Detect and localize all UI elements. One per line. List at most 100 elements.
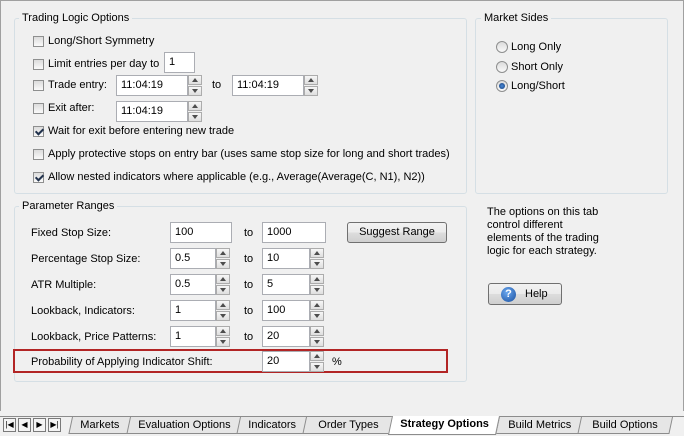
indicator-shift-input[interactable]: 20	[262, 351, 310, 372]
lookback-indicators-to-spinner[interactable]	[310, 300, 324, 321]
atr-multiple-from-input[interactable]: 0.5	[170, 274, 216, 295]
spin-up-icon[interactable]	[216, 326, 230, 336]
radio-long-only-label[interactable]: Long Only	[511, 40, 561, 54]
percentage-stop-to-spinner[interactable]	[310, 248, 324, 269]
spin-up-icon[interactable]	[310, 248, 324, 258]
spin-up-icon[interactable]	[310, 274, 324, 284]
next-icon[interactable]: ▶	[33, 418, 46, 432]
trade-entry-checkbox[interactable]	[33, 80, 44, 91]
fixed-stop-to-label: to	[244, 227, 254, 239]
spin-up-icon[interactable]	[310, 351, 324, 361]
lookback-indicators-to-input[interactable]: 100	[262, 300, 310, 321]
tab-markets-label: Markets	[80, 419, 120, 431]
spin-up-icon[interactable]	[188, 75, 202, 85]
percentage-stop-to-label: to	[244, 253, 254, 265]
tab-strategy-options-label: Strategy Options	[399, 418, 489, 430]
trade-entry-label[interactable]: Trade entry:	[48, 78, 107, 92]
radio-long-only[interactable]	[496, 41, 508, 53]
protective-stops-label[interactable]: Apply protective stops on entry bar (use…	[48, 147, 450, 161]
lookback-indicators-from-spinner[interactable]	[216, 300, 230, 321]
help-button-label: Help	[525, 288, 548, 300]
tab-markets[interactable]: Markets	[68, 417, 132, 434]
spin-up-icon[interactable]	[188, 101, 202, 111]
nested-indicators-checkbox[interactable]	[33, 172, 44, 183]
wait-for-exit-checkbox[interactable]	[33, 126, 44, 137]
lookback-indicators-to-label: to	[244, 305, 254, 317]
spin-down-icon[interactable]	[216, 259, 230, 269]
long-short-symmetry-label[interactable]: Long/Short Symmetry	[48, 34, 154, 48]
trade-entry-to-label: to	[212, 79, 222, 91]
protective-stops-checkbox[interactable]	[33, 149, 44, 160]
atr-multiple-to-input[interactable]: 5	[262, 274, 310, 295]
tab-evaluation-options[interactable]: Evaluation Options	[126, 417, 242, 434]
trading-logic-title: Trading Logic Options	[19, 12, 133, 25]
tab-build-metrics[interactable]: Build Metrics	[495, 417, 583, 434]
tab-evaluation-options-label: Evaluation Options	[138, 419, 231, 431]
lookback-price-to-input[interactable]: 20	[262, 326, 310, 347]
spin-up-icon[interactable]	[216, 248, 230, 258]
limit-entries-checkbox[interactable]	[33, 59, 44, 70]
spin-down-icon[interactable]	[304, 86, 318, 96]
exit-after-label[interactable]: Exit after:	[48, 101, 94, 115]
radio-long-short[interactable]	[496, 80, 508, 92]
first-icon[interactable]: |◀	[3, 418, 16, 432]
tab-order-types[interactable]: Order Types	[302, 417, 394, 434]
suggest-range-button[interactable]: Suggest Range	[347, 222, 447, 243]
lookback-indicators-from-input[interactable]: 1	[170, 300, 216, 321]
limit-entries-input[interactable]: 1	[164, 52, 195, 73]
spin-up-icon[interactable]	[216, 274, 230, 284]
tab-strip: |◀ ◀ ▶ ▶| Markets Evaluation Options Ind…	[0, 416, 684, 436]
spin-down-icon[interactable]	[216, 285, 230, 295]
prev-icon[interactable]: ◀	[18, 418, 31, 432]
help-button[interactable]: ? Help	[488, 283, 562, 305]
wait-for-exit-label[interactable]: Wait for exit before entering new trade	[48, 124, 234, 138]
last-icon[interactable]: ▶|	[48, 418, 61, 432]
percentage-stop-from-spinner[interactable]	[216, 248, 230, 269]
lookback-price-to-spinner[interactable]	[310, 326, 324, 347]
exit-after-spinner[interactable]	[188, 101, 202, 122]
limit-entries-label[interactable]: Limit entries per day to	[48, 57, 159, 71]
lookback-price-from-input[interactable]: 1	[170, 326, 216, 347]
parameter-ranges-title: Parameter Ranges	[19, 200, 118, 213]
percentage-stop-to-input[interactable]: 10	[262, 248, 310, 269]
spin-down-icon[interactable]	[188, 86, 202, 96]
spin-down-icon[interactable]	[216, 311, 230, 321]
fixed-stop-label: Fixed Stop Size:	[31, 227, 112, 239]
exit-after-input[interactable]: 11:04:19	[116, 101, 188, 122]
trade-entry-from-input[interactable]: 11:04:19	[116, 75, 188, 96]
exit-after-checkbox[interactable]	[33, 103, 44, 114]
fixed-stop-from-input[interactable]: 100	[170, 222, 232, 243]
spin-up-icon[interactable]	[304, 75, 318, 85]
trade-entry-from-spinner[interactable]	[188, 75, 202, 96]
percentage-stop-from-input[interactable]: 0.5	[170, 248, 216, 269]
trade-entry-to-spinner[interactable]	[304, 75, 318, 96]
market-sides-title: Market Sides	[481, 12, 552, 25]
spin-up-icon[interactable]	[310, 300, 324, 310]
tab-indicators[interactable]: Indicators	[236, 417, 308, 434]
fixed-stop-to-input[interactable]: 1000	[262, 222, 326, 243]
radio-long-short-label[interactable]: Long/Short	[511, 79, 565, 93]
spin-up-icon[interactable]	[216, 300, 230, 310]
trade-entry-to-input[interactable]: 11:04:19	[232, 75, 304, 96]
spin-down-icon[interactable]	[310, 285, 324, 295]
tab-strategy-options[interactable]: Strategy Options	[387, 416, 500, 435]
spin-down-icon[interactable]	[216, 337, 230, 347]
lookback-price-label: Lookback, Price Patterns:	[31, 331, 157, 343]
radio-short-only[interactable]	[496, 61, 508, 73]
lookback-indicators-label: Lookback, Indicators:	[31, 305, 135, 317]
radio-short-only-label[interactable]: Short Only	[511, 60, 563, 74]
atr-multiple-from-spinner[interactable]	[216, 274, 230, 295]
spin-down-icon[interactable]	[310, 259, 324, 269]
atr-multiple-to-spinner[interactable]	[310, 274, 324, 295]
tab-build-metrics-label: Build Metrics	[507, 419, 571, 431]
nested-indicators-label[interactable]: Allow nested indicators where applicable…	[48, 170, 425, 184]
tab-build-options[interactable]: Build Options	[577, 417, 673, 434]
lookback-price-from-spinner[interactable]	[216, 326, 230, 347]
spin-down-icon[interactable]	[310, 311, 324, 321]
indicator-shift-spinner[interactable]	[310, 351, 324, 372]
spin-up-icon[interactable]	[310, 326, 324, 336]
spin-down-icon[interactable]	[310, 362, 324, 372]
long-short-symmetry-checkbox[interactable]	[33, 36, 44, 47]
spin-down-icon[interactable]	[188, 112, 202, 122]
spin-down-icon[interactable]	[310, 337, 324, 347]
